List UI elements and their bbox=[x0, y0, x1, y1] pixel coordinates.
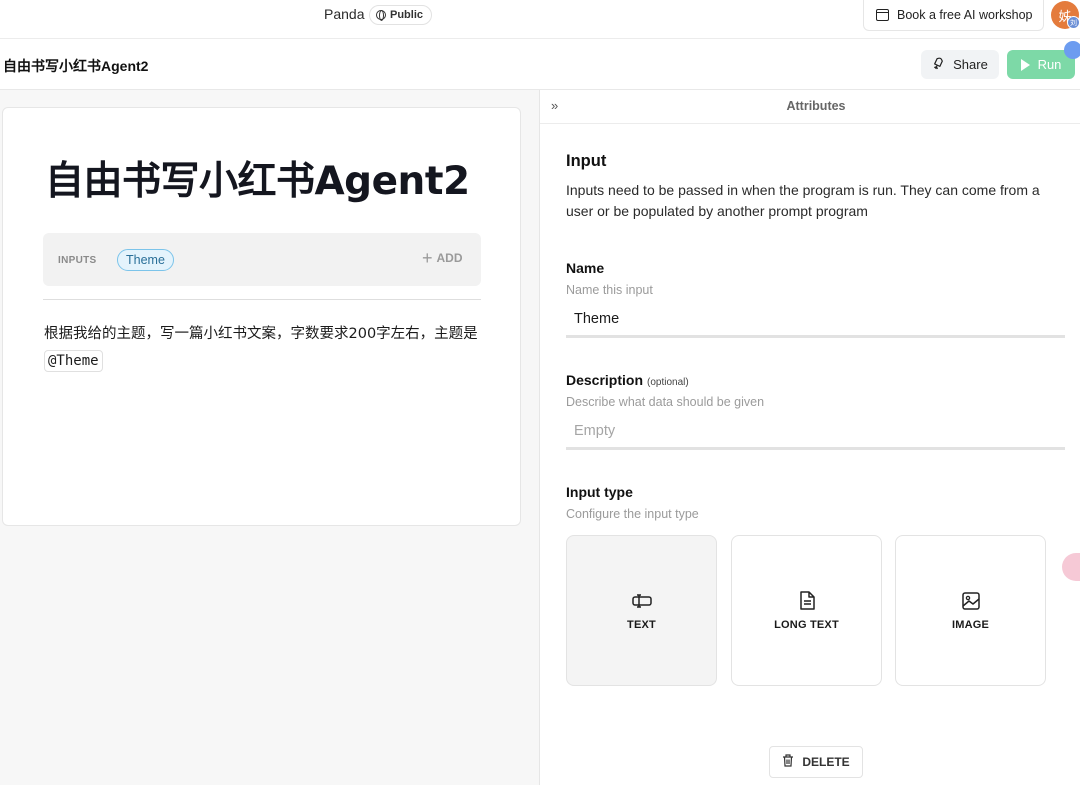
calendar-icon bbox=[876, 9, 889, 21]
share-button[interactable]: Share bbox=[921, 50, 999, 79]
globe-icon bbox=[376, 10, 386, 21]
input-type-image-label: IMAGE bbox=[951, 618, 990, 631]
name-label: Name bbox=[566, 260, 605, 276]
delete-button[interactable]: DELETE bbox=[769, 746, 863, 778]
input-type-hint: Configure the input type bbox=[566, 507, 699, 521]
add-input-button[interactable]: + ADD bbox=[422, 248, 463, 268]
workshop-label: Book a free AI workshop bbox=[897, 8, 1033, 22]
agent-title[interactable]: 自由书写小红书Agent2 bbox=[45, 150, 470, 206]
page-title: 自由书写小红书Agent2 bbox=[3, 58, 149, 74]
section-description: Inputs need to be passed in when the pro… bbox=[566, 182, 1040, 219]
notification-dot[interactable] bbox=[1064, 41, 1080, 59]
trash-icon bbox=[782, 754, 794, 770]
inputs-label: INPUTS bbox=[58, 255, 97, 266]
delete-label: DELETE bbox=[802, 755, 850, 769]
book-workshop-button[interactable]: Book a free AI workshop bbox=[863, 0, 1044, 31]
input-chip-theme[interactable]: Theme bbox=[117, 249, 174, 271]
input-type-image[interactable]: IMAGE bbox=[895, 535, 1046, 686]
input-type-long-text-label: LONG TEXT bbox=[774, 618, 839, 631]
section-title: Input bbox=[566, 152, 607, 170]
plus-icon: + bbox=[422, 248, 433, 268]
editor-pane: 自由书写小红书Agent2 INPUTS Theme + ADD 根据我给的主题… bbox=[0, 90, 539, 785]
run-label: Run bbox=[1037, 57, 1062, 72]
input-type-label: Input type bbox=[566, 484, 633, 500]
visibility-label: Public bbox=[390, 9, 424, 21]
rocket-icon bbox=[930, 55, 948, 74]
description-label: Description (optional) bbox=[566, 372, 689, 388]
brand-name: Panda bbox=[324, 6, 365, 22]
name-field[interactable] bbox=[566, 302, 1065, 338]
mention-theme[interactable]: @Theme bbox=[44, 350, 103, 372]
top-bar: Panda Public Book a free AI workshop 姊 刘 bbox=[0, 0, 1080, 39]
header-row: 自由书写小红书Agent2 Share Run bbox=[0, 39, 1080, 90]
add-label: ADD bbox=[436, 251, 463, 265]
input-type-text[interactable]: TEXT bbox=[566, 535, 717, 686]
description-hint: Describe what data should be given bbox=[566, 395, 765, 409]
inputs-bar: INPUTS Theme + ADD bbox=[43, 233, 481, 286]
play-icon bbox=[1020, 58, 1030, 71]
visibility-badge[interactable]: Public bbox=[369, 5, 433, 25]
editor-card: 自由书写小红书Agent2 INPUTS Theme + ADD 根据我给的主题… bbox=[2, 107, 521, 526]
share-label: Share bbox=[953, 57, 988, 72]
optional-tag: (optional) bbox=[647, 377, 689, 388]
input-type-text-label: TEXT bbox=[627, 618, 656, 631]
description-label-text: Description bbox=[566, 372, 644, 388]
name-hint: Name this input bbox=[566, 283, 653, 297]
image-icon bbox=[961, 591, 981, 611]
prompt-editor[interactable]: 根据我给的主题，写一篇小红书文案，字数要求200字左右，主题是 @Theme bbox=[44, 321, 490, 375]
document-icon bbox=[797, 591, 817, 611]
description-field[interactable] bbox=[566, 414, 1065, 450]
text-cursor-icon bbox=[631, 591, 652, 611]
avatar-badge: 刘 bbox=[1067, 16, 1080, 29]
input-type-long-text[interactable]: LONG TEXT bbox=[731, 535, 882, 686]
attributes-header: » Attributes bbox=[540, 90, 1080, 124]
attributes-title: Attributes bbox=[786, 99, 846, 113]
divider bbox=[43, 299, 481, 300]
prompt-text: 根据我给的主题，写一篇小红书文案，字数要求200字左右，主题是 bbox=[44, 326, 478, 342]
attributes-pane: » Attributes Input Inputs need to be pas… bbox=[539, 90, 1080, 785]
